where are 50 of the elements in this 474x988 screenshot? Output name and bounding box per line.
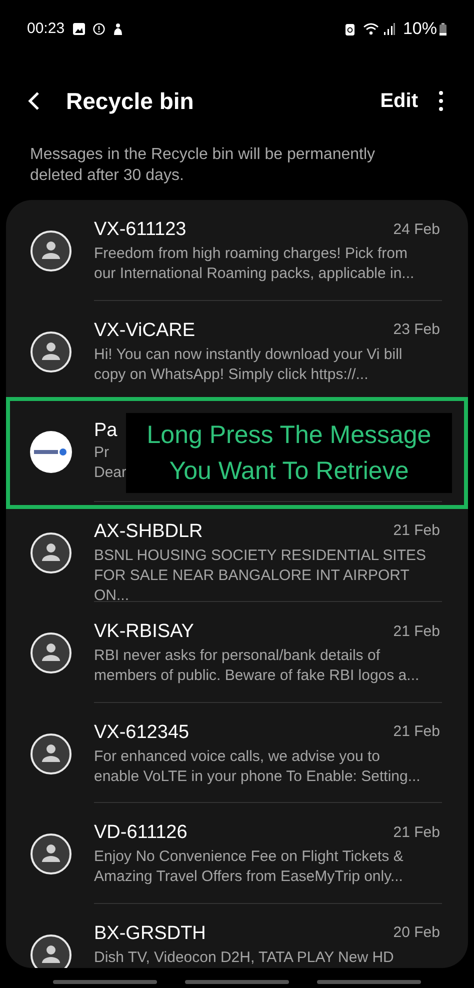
annotation-text: You Want To Retrieve [169, 456, 409, 487]
person-avatar-icon [30, 833, 72, 875]
nav-gesture-bar[interactable] [185, 980, 289, 984]
figure-icon [112, 22, 123, 36]
gallery-icon [72, 23, 85, 35]
sender-name: VK-RBISAY [94, 620, 194, 644]
message-date: 21 Feb [393, 521, 440, 542]
sender-name: VX-611123 [94, 218, 186, 242]
sender-name: VD-611126 [94, 821, 188, 845]
person-avatar-icon [30, 532, 72, 574]
recycle-icon [344, 22, 355, 36]
notice-text: Messages in the Recycle bin will be permanently deleted after 30 days. [29, 145, 376, 186]
person-avatar-icon [30, 632, 72, 674]
more-options-button[interactable] [438, 91, 444, 111]
message-preview: Hi! You can now instantly download your Vi bill copy on WhatsApp! Simply click https://... [94, 344, 404, 384]
back-icon [28, 91, 40, 111]
battery-percent: 10% [402, 18, 437, 40]
message-date: 21 Feb [393, 622, 440, 642]
message-preview: Enjoy No Convenience Fee on Flight Tickets & Amazing Travel Offers from EaseMyTrip only... [94, 847, 404, 887]
person-avatar-icon [30, 934, 72, 968]
message-date: 20 Feb [393, 923, 440, 944]
message-date: 21 Feb [393, 822, 440, 843]
message-date: 23 Feb [393, 320, 440, 340]
sender-name: AX-SHBDLR [94, 520, 203, 544]
sender-name: VX-612345 [94, 720, 190, 744]
alert-icon [92, 23, 105, 35]
battery-icon [439, 22, 447, 36]
nav-gesture-bar[interactable] [53, 980, 157, 984]
message-preview: Freedom from high roaming charges! Pick from our International Roaming packs, applicable in... [94, 244, 416, 284]
sender-name: BX-GRSDTH [94, 922, 206, 946]
wifi-icon [362, 23, 379, 35]
message-preview: Dear [94, 463, 127, 483]
message-preview: For enhanced voice calls, we advise you to enable VoLTE in your phone To Enable: Setting... [94, 746, 422, 786]
annotation-text: Long Press The Message [146, 420, 432, 451]
person-avatar-icon [30, 330, 72, 372]
person-avatar-icon [30, 230, 72, 272]
message-date: 21 Feb [393, 722, 440, 742]
edit-button[interactable]: Edit [380, 86, 418, 116]
signal-icon [382, 23, 395, 35]
message-preview: RBI never asks for personal/bank details of members of public. Beware of fake RBI logos a... [94, 646, 420, 686]
message-preview: BSNL HOUSING SOCIETY RESIDENTIAL SITES FOR SALE NEAR BANGALORE INT AIRPORT ON... [94, 546, 428, 606]
status-time: 00:23 [27, 18, 65, 39]
sender-name: Pa [94, 419, 118, 443]
page-title: Recycle bin [66, 86, 194, 116]
nav-gesture-bar[interactable] [317, 980, 421, 984]
message-date: 24 Feb [393, 220, 440, 240]
message-preview: Pr [94, 443, 109, 463]
person-avatar-icon [30, 732, 72, 774]
message-preview: Dish TV, Videocon D2H, TATA PLAY New HD [94, 948, 395, 968]
sender-name: VX-ViCARE [94, 318, 196, 342]
